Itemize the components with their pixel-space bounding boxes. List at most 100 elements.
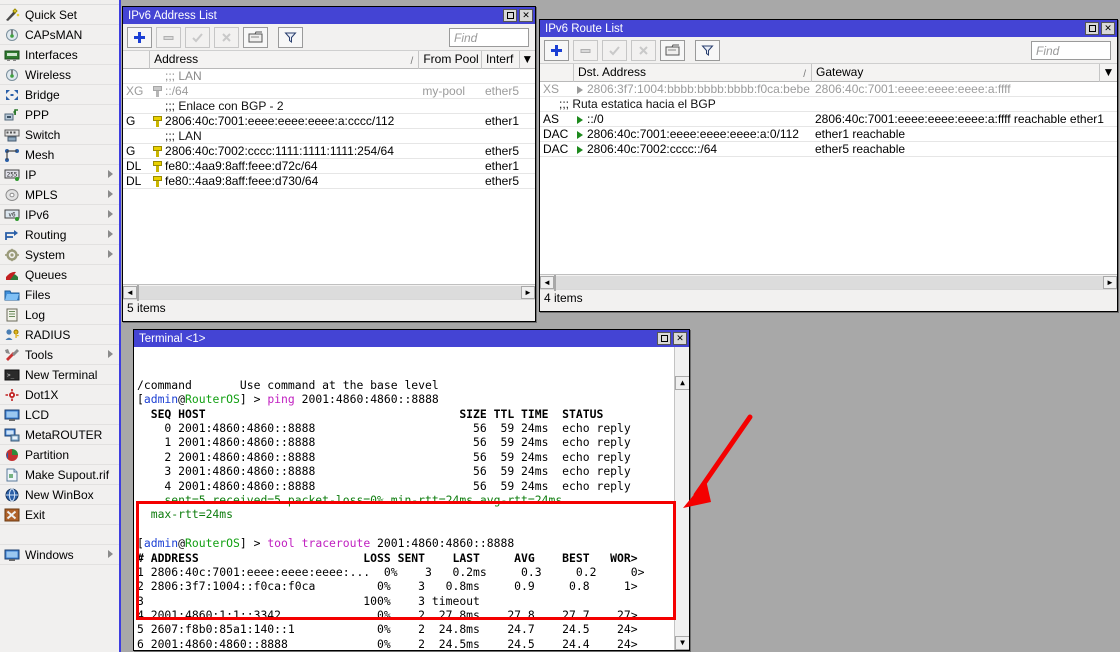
sidebar-item-capsman[interactable]: CAPsMAN — [0, 25, 119, 45]
column-gateway[interactable]: Gateway — [812, 64, 1100, 82]
column-from-pool[interactable]: From Pool — [419, 51, 482, 69]
sidebar-item-bridge[interactable]: Bridge — [0, 85, 119, 105]
scroll-track[interactable] — [137, 286, 521, 299]
mpls-disc-icon — [4, 188, 20, 202]
table-row[interactable]: DAC2806:40c:7001:eeee:eeee:eeee:a:0/112e… — [540, 127, 1117, 142]
sidebar-item-interfaces[interactable]: Interfaces — [0, 45, 119, 65]
sidebar-item-quick-set[interactable]: Quick Set — [0, 5, 119, 25]
sidebar-item-metarouter[interactable]: MetaROUTER — [0, 425, 119, 445]
window-titlebar[interactable]: IPv6 Route List ✕ — [540, 20, 1117, 37]
scroll-thumb[interactable] — [137, 285, 139, 301]
maximize-button[interactable] — [657, 332, 671, 345]
sidebar-item-exit[interactable]: Exit — [0, 505, 119, 525]
sidebar-item-mesh[interactable]: Mesh — [0, 145, 119, 165]
add-button[interactable] — [127, 27, 152, 48]
enable-button[interactable] — [602, 40, 627, 61]
sidebar-item-windows[interactable]: Windows — [0, 545, 119, 565]
sidebar-item-system[interactable]: System — [0, 245, 119, 265]
terminal-vertical-scrollbar[interactable]: ▲ ▼ — [674, 347, 689, 650]
chevron-right-icon — [108, 350, 113, 358]
sidebar-item-label: MPLS — [25, 188, 58, 202]
sidebar-item-new-winbox[interactable]: New WinBox — [0, 485, 119, 505]
sidebar-item-make-supout-rif[interactable]: Make Supout.rif — [0, 465, 119, 485]
terminal-text: [ — [137, 392, 144, 406]
table-row[interactable]: XS2806:3f7:1004:bbbb:bbbb:bbbb:f0ca:bebe… — [540, 82, 1117, 97]
sidebar-item-switch[interactable]: Switch — [0, 125, 119, 145]
terminal-text: 2001:4860:4860::8888 — [295, 392, 439, 406]
sidebar-item-new-terminal[interactable]: >_New Terminal — [0, 365, 119, 385]
close-icon[interactable]: ✕ — [673, 332, 687, 345]
column-dst-address[interactable]: Dst. Address/ — [574, 64, 812, 82]
window-titlebar[interactable]: IPv6 Address List ✕ — [123, 7, 535, 24]
sidebar-item-wireless[interactable]: Wireless — [0, 65, 119, 85]
column-address[interactable]: Address/ — [150, 51, 419, 69]
comment-text: ;;; Enlace con BGP - 2 — [151, 99, 284, 114]
scroll-right-icon[interactable]: ► — [1103, 276, 1117, 289]
comment-icon[interactable] — [660, 40, 685, 61]
sidebar-item-dot1x[interactable]: Dot1X — [0, 385, 119, 405]
search-input[interactable]: Find — [449, 28, 529, 47]
terminal-line: 2 2001:4860:4860::8888 56 59 24ms echo r… — [134, 450, 689, 464]
column-flags[interactable] — [540, 64, 574, 82]
row-flags: XS — [540, 82, 574, 97]
window-titlebar[interactable]: Terminal <1> ✕ — [134, 330, 689, 347]
table-row[interactable]: XG::/64my-poolether5 — [123, 84, 535, 99]
sidebar-item-tools[interactable]: Tools — [0, 345, 119, 365]
table-comment-row[interactable]: ;;; Ruta estatica hacia el BGP — [540, 97, 1117, 112]
disable-button[interactable] — [631, 40, 656, 61]
remove-button[interactable] — [573, 40, 598, 61]
comment-icon[interactable] — [243, 27, 268, 48]
table-comment-row[interactable]: ;;; Enlace con BGP - 2 — [123, 99, 535, 114]
close-icon[interactable]: ✕ — [519, 9, 533, 22]
enable-button[interactable] — [185, 27, 210, 48]
table-comment-row[interactable]: ;;; LAN — [123, 129, 535, 144]
column-interface[interactable]: Interf — [482, 51, 520, 69]
table-row[interactable]: DLfe80::4aa9:8aff:feee:d730/64ether5 — [123, 174, 535, 189]
search-input[interactable]: Find — [1031, 41, 1111, 60]
sidebar-item-ppp[interactable]: PPP — [0, 105, 119, 125]
horizontal-scrollbar[interactable]: ◄ ► — [540, 274, 1117, 289]
table-comment-row[interactable]: ;;; LAN — [123, 69, 535, 84]
sidebar-item-lcd[interactable]: LCD — [0, 405, 119, 425]
sidebar-item-label: Mesh — [25, 148, 54, 162]
scroll-left-icon[interactable]: ◄ — [123, 286, 137, 299]
table-row[interactable]: DLfe80::4aa9:8aff:feee:d72c/64ether1 — [123, 159, 535, 174]
sidebar-item-radius[interactable]: RADIUS — [0, 325, 119, 345]
sidebar-item-ipv6[interactable]: v6IPv6 — [0, 205, 119, 225]
chevron-down-icon[interactable]: ▼ — [1100, 64, 1117, 82]
row-flags: AS — [540, 112, 574, 127]
disable-button[interactable] — [214, 27, 239, 48]
sidebar-item-mpls[interactable]: MPLS — [0, 185, 119, 205]
table-row[interactable]: G2806:40c:7001:eeee:eeee:eeee:a:cccc/112… — [123, 114, 535, 129]
scroll-left-icon[interactable]: ◄ — [540, 276, 554, 289]
sidebar-item-queues[interactable]: Queues — [0, 265, 119, 285]
sidebar-item-files[interactable]: Files — [0, 285, 119, 305]
maximize-button[interactable] — [1085, 22, 1099, 35]
sidebar-item-ip[interactable]: 255IP — [0, 165, 119, 185]
add-button[interactable] — [544, 40, 569, 61]
scroll-right-icon[interactable]: ► — [521, 286, 535, 299]
scroll-up-icon[interactable]: ▲ — [675, 376, 689, 390]
scroll-down-icon[interactable]: ▼ — [675, 636, 689, 650]
sidebar-item-partition[interactable]: Partition — [0, 445, 119, 465]
sidebar-item-label: Routing — [25, 228, 66, 242]
maximize-button[interactable] — [503, 9, 517, 22]
scroll-thumb[interactable] — [554, 275, 556, 291]
sidebar-item-routing[interactable]: Routing — [0, 225, 119, 245]
terminal-line: SEQ HOST SIZE TTL TIME STATUS — [134, 407, 689, 421]
scroll-track[interactable] — [554, 276, 1103, 289]
close-icon[interactable]: ✕ — [1101, 22, 1115, 35]
filter-icon[interactable] — [695, 40, 720, 61]
table-row[interactable]: G2806:40c:7002:cccc:1111:1111:1111:254/6… — [123, 144, 535, 159]
chevron-down-icon[interactable]: ▼ — [520, 51, 535, 69]
horizontal-scrollbar[interactable]: ◄ ► — [123, 284, 535, 299]
table-row[interactable]: DAC2806:40c:7002:cccc::/64ether5 reachab… — [540, 142, 1117, 157]
row-dst-address: 2806:40c:7002:cccc::/64 — [587, 142, 717, 156]
filter-icon[interactable] — [278, 27, 303, 48]
column-flags[interactable] — [123, 51, 150, 69]
sidebar-item-log[interactable]: Log — [0, 305, 119, 325]
sidebar-item-label: Wireless — [25, 68, 71, 82]
remove-button[interactable] — [156, 27, 181, 48]
table-row[interactable]: AS::/02806:40c:7001:eeee:eeee:eeee:a:fff… — [540, 112, 1117, 127]
terminal-output[interactable]: /command Use command at the base level[a… — [134, 347, 689, 650]
